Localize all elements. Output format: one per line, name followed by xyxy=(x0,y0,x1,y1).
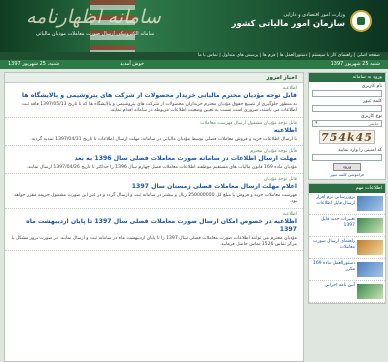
password-input[interactable] xyxy=(312,105,382,112)
post-category: قابل توجه مؤدیان مشمول ارسال فهرست معامل… xyxy=(200,120,297,126)
date-bar: شنبه 25 شهریور 1397 خوش آمدید شنبه، 25 ش… xyxy=(0,60,388,69)
news-post: اطلاعیه اطلاعیه در خصوص امکان ارسال صورت… xyxy=(5,209,303,252)
captcha-input[interactable] xyxy=(312,154,382,161)
sidebar-link-text: تغییرات جدید فایل 1397 xyxy=(321,217,355,228)
thumbnail-image xyxy=(357,262,383,277)
thumbnail-image xyxy=(357,240,383,255)
news-post: اطلاعیه قابل توجه مؤدیان محترم مالیاتی خ… xyxy=(5,83,303,118)
post-title-link[interactable]: مهلت ارسال اطلاعات در سامانه صورت معاملا… xyxy=(11,155,297,163)
post-category: اطلاعیه xyxy=(282,211,297,217)
news-post: قابل توجه مؤدیان اعلام مهلت ارسال معاملا… xyxy=(5,174,303,209)
login-box-heading: ورود به سامانه xyxy=(309,73,385,82)
thumbnail-image xyxy=(357,218,383,233)
sidebar-link-text: بروزرسانی نرم افزار ارسال فایل اطلاعات xyxy=(315,195,355,206)
news-heading: اخبار امروز xyxy=(5,73,303,83)
date-right: شنبه 25 شهریور 1397 xyxy=(330,61,380,67)
news-panel: اخبار امروز اطلاعیه قابل توجه مؤدیان محت… xyxy=(4,72,304,362)
post-body: فهرست معاملات خرید و فروش با مبلغ کل 250… xyxy=(14,193,297,205)
sidebar-link-item[interactable]: بروزرسانی نرم افزار ارسال فایل اطلاعات xyxy=(309,193,385,215)
forgot-password-link[interactable]: فراموشی کلمه عبور xyxy=(309,172,385,179)
org-name: سازمان امور مالیاتی کشور xyxy=(231,19,345,29)
post-title-link[interactable]: اطلاعیه xyxy=(11,127,297,135)
captcha-image: 754k45 xyxy=(319,130,375,144)
login-box: ورود به سامانه نام کاربری کلمه عبور نوع … xyxy=(308,72,386,180)
post-category: اطلاعیه xyxy=(282,86,297,91)
top-menu[interactable]: صفحه اصلی | راهنمای کار با سیستم | دستور… xyxy=(0,52,388,60)
login-button[interactable]: ورود xyxy=(333,163,361,171)
sidebar-link-text: راهنمای ارسال صورت معاملات xyxy=(313,239,355,250)
org-subtitle: وزارت امور اقتصادی و دارایی xyxy=(283,12,345,18)
username-label: نام کاربری xyxy=(361,84,382,89)
welcome-text: خوش آمدید xyxy=(120,61,145,67)
post-body: مؤدیان محترم می توانند اطلاعات صورت معام… xyxy=(11,235,297,248)
sidebar-link-item[interactable]: تغییرات جدید فایل 1397 xyxy=(309,215,385,237)
site-title: سامانه اظهارنامه xyxy=(26,6,161,28)
thumbnail-image xyxy=(357,196,383,211)
info-box: اطلاعات مهم بروزرسانی نرم افزار ارسال فا… xyxy=(308,183,386,304)
news-post: قابل توجه مؤدیان محترم مهلت ارسال اطلاعا… xyxy=(5,146,303,175)
sidebar-link-text: آیین نامه اجرایی xyxy=(324,283,355,288)
post-body: به منظور جلوگیری از تضییع حقوق مؤدیان مح… xyxy=(21,102,297,114)
page: وزارت امور اقتصادی و دارایی سازمان امور … xyxy=(0,0,388,362)
news-post: قابل توجه مؤدیان مشمول ارسال فهرست معامل… xyxy=(5,118,303,146)
user-type-label: نوع کاربری xyxy=(360,114,382,119)
post-category: قابل توجه مؤدیان محترم xyxy=(250,148,297,154)
post-body: با ارسال اطلاعات خرید و فروش معاملات فصل… xyxy=(30,136,297,142)
sidebar-link-text: دستورالعمل ماده 169 مکرر xyxy=(312,261,355,272)
post-title-link[interactable]: اطلاعیه در خصوص امکان ارسال صورت معاملات… xyxy=(11,218,297,234)
sidebar: ورود به سامانه نام کاربری کلمه عبور نوع … xyxy=(308,72,386,362)
post-category: قابل توجه مؤدیان xyxy=(263,177,297,183)
password-label: کلمه عبور xyxy=(362,99,382,104)
post-body: مؤدیان ماده 169 قانون مالیات های مستقیم … xyxy=(26,164,297,170)
date-left: شنبه، 25 شهریور 1397 xyxy=(8,61,60,67)
sidebar-link-item[interactable]: دستورالعمل ماده 169 مکرر xyxy=(309,259,385,281)
emblem-icon xyxy=(350,10,372,32)
username-input[interactable] xyxy=(312,90,382,97)
post-title-link[interactable]: اعلام مهلت ارسال معاملات فصلی زمستان سال… xyxy=(11,183,297,191)
thumbnail-image xyxy=(357,284,383,299)
info-box-heading: اطلاعات مهم xyxy=(309,184,385,193)
post-title-link[interactable]: قابل توجه مؤدیان محترم مالیاتی خریدار مح… xyxy=(11,92,297,100)
sidebar-link-item[interactable]: آیین نامه اجرایی xyxy=(309,281,385,303)
sidebar-link-item[interactable]: راهنمای ارسال صورت معاملات xyxy=(309,237,385,259)
site-tagline: سامانه الکترونیکی ارسال صورت معاملات مود… xyxy=(36,31,155,37)
header-banner: وزارت امور اقتصادی و دارایی سازمان امور … xyxy=(0,0,388,52)
captcha-label: کد امنیتی را وارد نمایید xyxy=(338,148,382,153)
user-type-select[interactable]: حقیقی xyxy=(312,120,382,127)
